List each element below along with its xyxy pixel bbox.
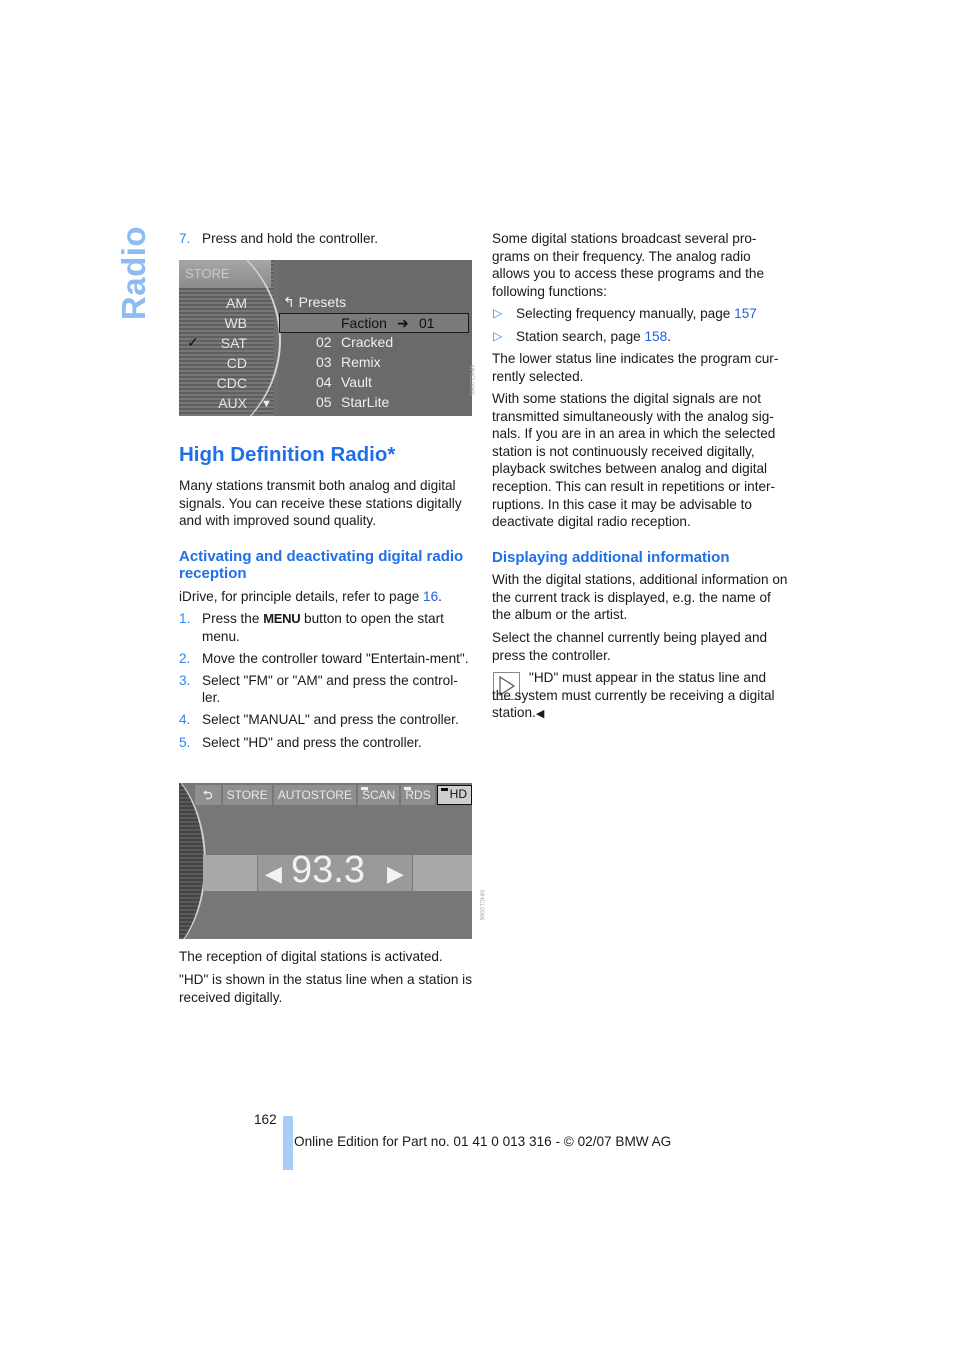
list-item: ▷ Station search, page 158. — [492, 328, 788, 346]
reference-suffix: . — [438, 589, 442, 604]
selected-preset-name: Faction — [341, 315, 387, 331]
subsection-heading: Activating and deactivating digital radi… — [179, 548, 464, 582]
step-4: 4. Select "MANUAL" and press the controll… — [179, 711, 475, 729]
tab-autostore: AUTOSTORE — [273, 785, 356, 805]
status-line-paragraph: The lower status line indicates the prog… — [492, 351, 779, 384]
page-link[interactable]: 16 — [423, 589, 438, 604]
step-number: 5. — [179, 734, 191, 750]
page-link[interactable]: 158 — [644, 329, 667, 344]
source-wb: WB — [224, 315, 247, 331]
note-text: "HD" must appear in the status line and … — [492, 669, 788, 724]
source-cd: CD — [226, 355, 247, 371]
page-number: 162 — [254, 1112, 277, 1127]
toggle-indicator-icon — [404, 787, 412, 790]
footer-accent-bar — [283, 1116, 293, 1170]
menu-button-icon: MENU — [263, 611, 301, 626]
presets-screenshot: STORE AM WB ✓ SAT CD CDC AUX ▼ ↰ Presets… — [179, 260, 472, 416]
step-number: 1. — [179, 611, 191, 626]
steps-list: 1. Press the MENU button to open the star… — [179, 610, 475, 756]
hd-radio-screenshot: ⮌ STORE AUTOSTORE SCAN RDS HD ◀ 93.3 ▶ — [179, 783, 472, 939]
intro-paragraph: Many stations transmit both analog and d… — [179, 478, 462, 529]
step-number: 2. — [179, 650, 191, 666]
preset-number: 05 — [316, 394, 332, 410]
arrow-right-icon: ➜ — [397, 315, 409, 331]
end-marker-icon: ◀ — [535, 708, 545, 721]
idrive-reference: iDrive, for principle details, refer to … — [179, 588, 474, 606]
step-text: Select "HD" and press the controller. — [202, 734, 422, 750]
reference-text: iDrive, for principle details, refer to … — [179, 589, 424, 604]
tab-scan: SCAN — [357, 785, 400, 805]
source-sat: SAT — [220, 335, 247, 351]
step-text: Move the controller toward "Entertain-me… — [202, 650, 469, 666]
toggle-indicator-icon — [440, 788, 448, 791]
item-text: Station search, page — [516, 328, 645, 344]
step-7: 7. Press and hold the controller. — [179, 230, 474, 252]
source-am: AM — [226, 295, 247, 311]
tab-label: HD — [449, 787, 467, 801]
step-2: 2. Move the controller toward "Entertain-… — [179, 650, 475, 668]
scroll-down-arrow-icon: ▼ — [261, 398, 272, 410]
tab-label: SCAN — [361, 788, 396, 802]
subsection-heading: Displaying additional information — [492, 549, 730, 566]
preset-number: 04 — [316, 374, 332, 390]
source-aux: AUX — [218, 395, 247, 411]
preset-name: StarLite — [341, 394, 390, 410]
chapter-side-title: Radio — [112, 225, 156, 321]
step-1: 1. Press the MENU button to open the star… — [179, 610, 475, 645]
chevron-right-icon: ▶ — [387, 861, 404, 886]
source-cdc: CDC — [216, 375, 247, 391]
tab-store: STORE — [222, 785, 272, 805]
back-arrow-icon: ↰ — [283, 294, 295, 310]
programs-paragraph: Some digital stations broadcast several … — [492, 231, 765, 299]
step-text: Press and hold the controller. — [202, 231, 379, 246]
step-text: Select "FM" or "AM" and press the contro… — [202, 672, 458, 706]
frequency-value: 93.3 — [291, 849, 365, 891]
edition-text: Online Edition for Part no. 01 41 0 013 … — [294, 1134, 672, 1149]
selected-preset-number: 01 — [419, 315, 435, 331]
preset-name: Vault — [341, 374, 372, 390]
radio-tab-bar: ⮌ STORE AUTOSTORE SCAN RDS HD — [195, 785, 472, 805]
additional-info-paragraph: With the digital stations, additional in… — [492, 572, 788, 623]
tab-label: RDS — [405, 788, 431, 802]
image-code: MHCL0065 — [468, 365, 474, 396]
toggle-indicator-icon — [360, 787, 368, 790]
item-text: Selecting frequency manually, page — [516, 306, 735, 321]
tab-hd: HD — [436, 785, 472, 805]
step-3: 3. Select "FM" or "AM" and press the cont… — [179, 672, 475, 707]
step-text: Select "MANUAL" and press the controller… — [202, 712, 459, 728]
step-5: 5. Select "HD" and press the controller. — [179, 734, 475, 752]
preset-number: 02 — [316, 334, 332, 350]
menu-arc — [179, 783, 206, 939]
tab-rds: RDS — [401, 785, 435, 805]
chevron-left-icon: ◀ — [265, 861, 282, 886]
chapter-title-text: Radio — [115, 225, 152, 321]
item-suffix: . — [667, 328, 671, 344]
step-number: 4. — [179, 712, 191, 728]
preset-number: 03 — [316, 354, 332, 370]
step-text: Press the — [202, 611, 264, 626]
preset-name: Remix — [341, 354, 381, 370]
presets-label: Presets — [298, 294, 347, 310]
step-number: 7. — [179, 231, 191, 246]
analog-digital-paragraph: With some stations the digital signals a… — [492, 391, 776, 530]
bullet-triangle-icon: ▷ — [493, 306, 503, 320]
note-body: "HD" must appear in the status line and … — [492, 670, 775, 721]
bullet-triangle-icon: ▷ — [493, 328, 503, 343]
step-number: 3. — [179, 672, 191, 688]
result-text: The reception of digital stations is act… — [179, 949, 443, 964]
list-item: ▷ Selecting frequency manually, page 157 — [492, 305, 788, 323]
presets-header: ↰ Presets — [283, 294, 346, 311]
preset-name: Cracked — [341, 334, 394, 350]
page-link[interactable]: 157 — [734, 306, 757, 321]
functions-list: ▷ Selecting frequency manually, page 157 … — [492, 305, 788, 350]
hd-status-text: "HD" is shown in the status line when a … — [179, 972, 472, 1005]
image-code: MHCL0066 — [478, 890, 484, 921]
section-heading: High Definition Radio* — [179, 443, 396, 466]
select-channel-paragraph: Select the channel currently being playe… — [492, 630, 768, 663]
back-tab-icon: ⮌ — [195, 785, 221, 805]
